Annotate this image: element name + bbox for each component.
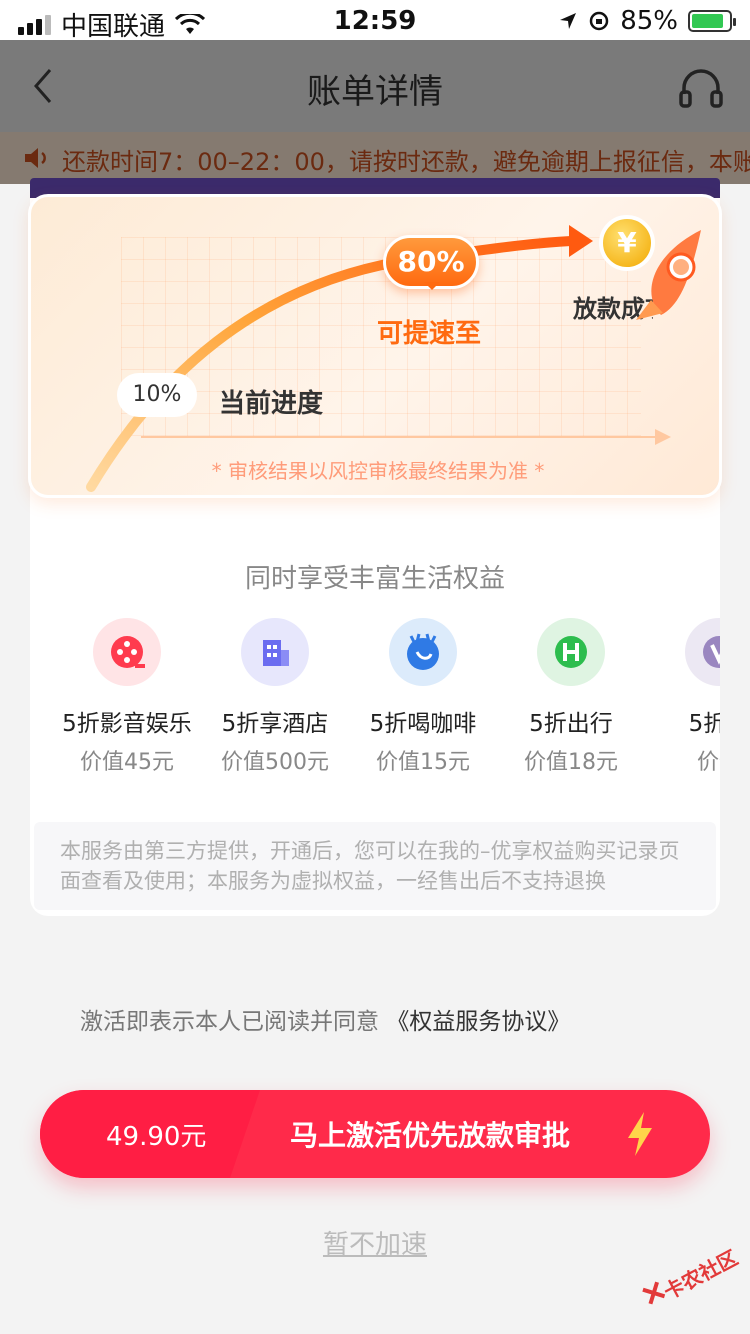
- benefit-item-travel[interactable]: 5折出行 价值18元: [496, 618, 646, 776]
- benefit-name: 5折出行: [529, 711, 613, 737]
- watermark-text: 卡农社区: [659, 1245, 742, 1305]
- benefit-name: 5折享酒店: [221, 711, 329, 737]
- status-bar: 中国联通 12:59 85%: [0, 0, 750, 42]
- film-icon: [93, 618, 161, 686]
- benefit-item-video[interactable]: 5折优 价值: [644, 618, 720, 776]
- benefit-value: 价值45元: [80, 750, 174, 775]
- lightning-icon: [628, 1112, 652, 1156]
- service-note: 本服务由第三方提供，开通后，您可以在我的–优享权益购买记录页面查看及使用；本服务…: [34, 822, 716, 910]
- video-icon: [685, 618, 720, 686]
- notice-bar: 还款时间7：00–22：00，请按时还款，避免逾期上报征信，本账: [0, 132, 750, 184]
- benefit-value: 价值: [696, 750, 720, 775]
- progress-card: 80% 可提速至 放款成功 ¥ 10% 当前进度 * 审核结果以风控审核最终结果…: [28, 194, 722, 498]
- location-icon: [560, 13, 577, 29]
- coffee-deer-icon: [389, 618, 457, 686]
- current-label: 当前进度: [219, 389, 324, 419]
- benefits-list: 5折影音娱乐 价值45元 5折享酒店 价值500元 5折喝咖啡 价值15元 5折…: [30, 618, 720, 778]
- headset-icon[interactable]: [678, 68, 724, 110]
- benefit-value: 价值15元: [376, 750, 470, 775]
- status-right: 85%: [558, 6, 736, 36]
- activate-button[interactable]: 49.90元 马上激活优先放款审批: [40, 1090, 710, 1178]
- hotel-icon: [241, 618, 309, 686]
- benefit-value: 价值500元: [221, 750, 329, 775]
- benefit-value: 价值18元: [524, 750, 618, 775]
- agreement-prefix: 激活即表示本人已阅读并同意: [80, 1009, 379, 1035]
- speaker-icon: [25, 148, 46, 168]
- benefit-item-hotel[interactable]: 5折享酒店 价值500元: [200, 618, 350, 776]
- benefit-item-coffee[interactable]: 5折喝咖啡 价值15元: [348, 618, 498, 776]
- current-badge: 10%: [117, 373, 197, 417]
- battery-percent: 85%: [620, 6, 678, 36]
- notice-text: 还款时间7：00–22：00，请按时还款，避免逾期上报征信，本账: [62, 148, 750, 176]
- boost-badge: 80%: [383, 235, 479, 290]
- nav-bar: 账单详情: [0, 40, 750, 132]
- progress-footnote: * 审核结果以风控审核最终结果为准 *: [211, 459, 545, 483]
- benefit-item-entertainment[interactable]: 5折影音娱乐 价值45元: [52, 618, 202, 776]
- page-title: 账单详情: [307, 72, 443, 112]
- agreement-link[interactable]: 《权益服务协议》: [386, 1009, 570, 1035]
- rocket-icon: [636, 230, 701, 320]
- boost-label: 可提速至: [377, 319, 482, 349]
- skip-link[interactable]: 暂不加速: [0, 1224, 750, 1261]
- benefits-title: 同时享受丰富生活权益: [244, 564, 505, 594]
- hailing-icon: [537, 618, 605, 686]
- rotation-lock-icon: [589, 11, 609, 31]
- price-tag: 49.90元: [40, 1090, 260, 1178]
- battery-icon: [688, 10, 736, 32]
- benefit-name: 5折影音娱乐: [62, 711, 192, 737]
- price-text: 49.90元: [106, 1122, 207, 1152]
- benefit-name: 5折喝咖啡: [369, 711, 477, 737]
- agreement-text: 激活即表示本人已阅读并同意 《权益服务协议》: [80, 1002, 570, 1036]
- activate-label: 马上激活优先放款审批: [290, 1119, 571, 1152]
- benefit-name: 5折优: [688, 711, 720, 737]
